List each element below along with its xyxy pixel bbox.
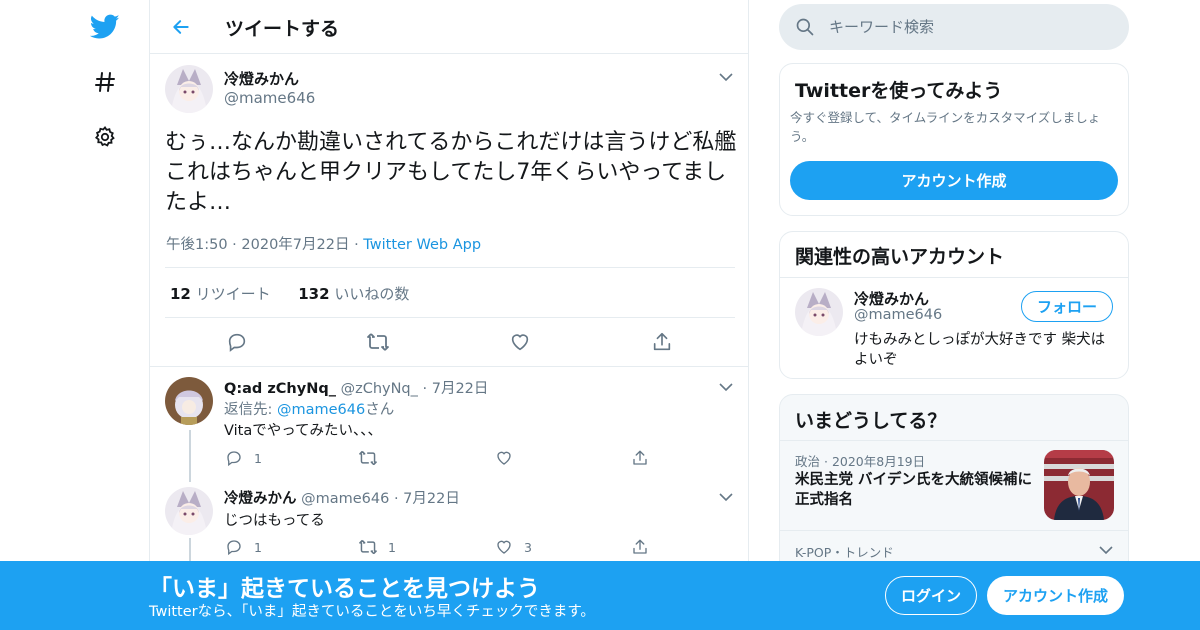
gear-icon[interactable] — [88, 120, 122, 154]
reply-header: Q:ad zChyNq_ @zChyNq_ · 7月22日 — [224, 381, 489, 397]
back-arrow-icon[interactable] — [166, 12, 196, 42]
avatar[interactable] — [165, 65, 213, 113]
tweet-time[interactable]: 午後1:50 — [166, 237, 228, 253]
share-button[interactable] — [630, 537, 650, 557]
signup-card: Twitterを使ってみよう 今すぐ登録して、タイムラインをカスタマイズしましょ… — [779, 63, 1129, 216]
tweet-app-link[interactable]: Twitter Web App — [363, 237, 481, 253]
banner-subtitle: Twitterなら、「いま」起きていることをいち早くチェックできます。 — [149, 604, 595, 620]
reply-to-link[interactable]: @mame646 — [277, 402, 365, 418]
account-bio: けもみみとしっぽが大好きです 柴犬はよいぞ — [854, 332, 1106, 368]
login-button[interactable]: ログイン — [885, 576, 977, 615]
trend-category[interactable]: K-POP・トレンド — [795, 542, 894, 561]
main-column: ツイートする 冷燈みかん @mame646 むぅ…なんか勘違いされてるからこれだ… — [149, 0, 749, 630]
like-button[interactable]: 3 — [494, 537, 532, 557]
retweet-icon — [358, 448, 378, 468]
chevron-down-icon[interactable] — [1096, 540, 1116, 560]
divider — [780, 277, 1128, 278]
divider — [150, 366, 748, 367]
share-icon[interactable] — [650, 330, 674, 354]
reply-icon — [224, 537, 244, 557]
news-thumbnail — [1044, 450, 1114, 520]
reply-button[interactable]: 1 — [224, 537, 262, 557]
trend-headline: 米民主党 バイデン氏を大統領候補に正式指名 — [795, 472, 1033, 508]
author-handle[interactable]: @mame646 — [301, 491, 389, 507]
avatar[interactable] — [795, 288, 843, 336]
reply-to: 返信先: @mame646さん — [224, 402, 395, 418]
account-handle[interactable]: @mame646 — [854, 307, 942, 323]
signup-button[interactable]: アカウント作成 — [987, 576, 1124, 615]
twitter-bird-icon[interactable] — [88, 10, 122, 44]
heart-icon — [494, 448, 514, 468]
reply-text: Vitaでやってみたい、、、 — [224, 423, 382, 439]
share-icon — [630, 448, 650, 468]
author-name[interactable]: Q:ad zChyNq_ — [224, 381, 336, 397]
retweet-icon — [358, 537, 378, 557]
hashtag-icon[interactable] — [88, 65, 122, 99]
divider — [165, 317, 735, 318]
search-icon — [795, 17, 815, 41]
search-box[interactable] — [779, 4, 1129, 50]
heart-icon — [494, 537, 514, 557]
share-button[interactable] — [630, 448, 650, 468]
left-nav — [0, 0, 150, 630]
retweet-icon[interactable] — [366, 330, 390, 354]
create-account-button[interactable]: アカウント作成 — [790, 161, 1118, 200]
reply-text: じつはもってる — [224, 513, 325, 529]
reply-date[interactable]: 7月22日 — [403, 491, 460, 507]
reply-icon[interactable] — [225, 330, 249, 354]
trends-card-title: いまどうしてる？ — [795, 410, 947, 432]
author-name[interactable]: 冷燈みかん — [224, 68, 299, 89]
author-handle[interactable]: @zChyNq_ — [341, 381, 418, 397]
thread-line — [189, 430, 191, 482]
page-header: ツイートする — [150, 0, 748, 54]
signup-banner: 「いま」起きていることを見つけよう Twitterなら、「いま」起きていることを… — [0, 561, 1200, 630]
tweet-text: むぅ…なんか勘違いされてるからこれだけは言うけど私艦これはちゃんと甲クリアもして… — [165, 130, 737, 215]
author-name[interactable]: 冷燈みかん — [224, 491, 297, 507]
trend-item[interactable]: 政治 · 2020年8月19日 米民主党 バイデン氏を大統領候補に正式指名 — [780, 441, 1128, 531]
reply-header: 冷燈みかん @mame646 · 7月22日 — [224, 491, 460, 507]
reply-date[interactable]: 7月22日 — [432, 381, 489, 397]
tweet-date[interactable]: 2020年7月22日 — [241, 237, 349, 253]
chevron-down-icon[interactable] — [716, 377, 736, 397]
related-accounts-card: 関連性の高いアカウント 冷燈みかん @mame646 フォロー けもみみとしっぽ… — [779, 231, 1129, 379]
banner-title: 「いま」起きていることを見つけよう — [149, 576, 540, 602]
signup-card-title: Twitterを使ってみよう — [795, 80, 1003, 102]
share-icon — [630, 537, 650, 557]
reply-icon — [224, 448, 244, 468]
chevron-down-icon[interactable] — [716, 487, 736, 507]
tweet-stats: 12 リツイート 132 いいねの数 — [170, 283, 409, 304]
trends-card: いまどうしてる？ 政治 · 2020年8月19日 米民主党 バイデン氏を大統領候… — [779, 394, 1129, 574]
search-input[interactable] — [829, 15, 1109, 39]
author-handle[interactable]: @mame646 — [224, 88, 315, 107]
page-title: ツイートする — [225, 18, 340, 40]
divider — [780, 530, 1128, 531]
signup-card-description: 今すぐ登録して、タイムラインをカスタマイズしましょう。 — [790, 110, 1101, 144]
like-button[interactable] — [494, 448, 524, 468]
related-card-title: 関連性の高いアカウント — [795, 246, 1005, 268]
retweet-button[interactable] — [358, 448, 388, 468]
avatar[interactable] — [165, 377, 213, 425]
follow-button[interactable]: フォロー — [1021, 291, 1113, 322]
divider — [165, 267, 735, 268]
retweet-button[interactable]: 1 — [358, 537, 396, 557]
avatar[interactable] — [165, 487, 213, 535]
trend-meta: 政治 · 2020年8月19日 — [795, 454, 926, 469]
heart-icon[interactable] — [508, 330, 532, 354]
reply-button[interactable]: 1 — [224, 448, 262, 468]
tweet-meta: 午後1:50 · 2020年7月22日 · Twitter Web App — [166, 237, 482, 253]
account-name[interactable]: 冷燈みかん — [854, 288, 929, 309]
chevron-down-icon[interactable] — [716, 67, 736, 87]
like-stat[interactable]: 132 いいねの数 — [298, 285, 409, 303]
retweet-stat[interactable]: 12 リツイート — [170, 285, 271, 303]
